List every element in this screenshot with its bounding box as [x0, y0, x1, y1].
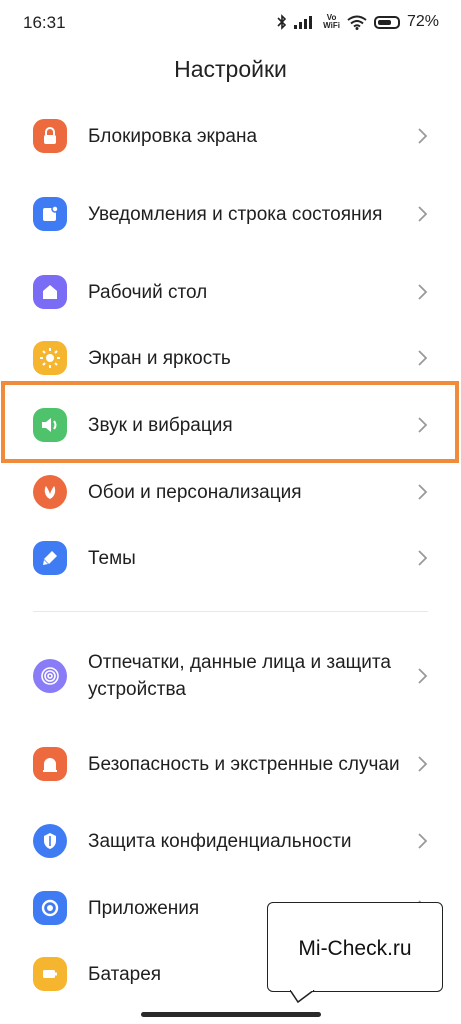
- vowifi-icon: Vo WiFi: [323, 14, 340, 30]
- battery-icon: [373, 15, 400, 29]
- wifi-icon: [347, 15, 367, 30]
- watermark-text: Mi-Check.ru: [298, 937, 412, 960]
- settings-item-notifications[interactable]: Уведомления и строка состояния: [0, 171, 461, 257]
- chevron-right-icon: [418, 206, 428, 222]
- settings-item-label: Отпечатки, данные лица и защита устройст…: [88, 652, 391, 700]
- chevron-right-icon: [418, 284, 428, 300]
- battery-percent: 72%: [406, 13, 439, 30]
- settings-item-label: Безопасность и экстренные случаи: [88, 753, 400, 775]
- emergency-icon: [33, 747, 67, 781]
- wallpaper-icon: [33, 475, 67, 509]
- settings-item-lock-screen[interactable]: Блокировка экрана: [0, 103, 461, 169]
- chevron-right-icon: [418, 350, 428, 366]
- watermark-tail-icon: [290, 990, 315, 1004]
- apps-icon: [33, 891, 67, 925]
- settings-item-fingerprints[interactable]: Отпечатки, данные лица и защита устройст…: [0, 633, 461, 719]
- themes-icon: [33, 541, 67, 575]
- home-indicator[interactable]: [141, 1012, 321, 1017]
- settings-item-label: Экран и яркость: [88, 347, 231, 369]
- battery-app-icon: [33, 957, 67, 991]
- status-bar: 16:31 Vo WiFi 72%: [0, 0, 461, 46]
- settings-item-desktop[interactable]: Рабочий стол: [0, 259, 461, 325]
- settings-item-label: Рабочий стол: [88, 281, 208, 303]
- settings-item-wallpaper[interactable]: Обои и персонализация: [0, 459, 461, 525]
- highlight-frame: [1, 381, 459, 463]
- fingerprint-icon: [33, 659, 67, 693]
- settings-item-label: Обои и персонализация: [88, 481, 302, 503]
- settings-item-emergency[interactable]: Безопасность и экстренные случаи: [0, 721, 461, 807]
- settings-item-label: Уведомления и строка состояния: [88, 203, 383, 225]
- chevron-right-icon: [418, 128, 428, 144]
- privacy-icon: [33, 824, 67, 858]
- brightness-icon: [33, 341, 67, 375]
- chevron-right-icon: [418, 833, 428, 849]
- page-title: Настройки: [174, 56, 287, 82]
- settings-item-label: Защита конфиденциальности: [88, 830, 352, 852]
- status-icons: Vo WiFi 72%: [277, 11, 439, 33]
- settings-item-label: Темы: [88, 547, 136, 569]
- watermark-bubble: Mi-Check.ru: [267, 902, 443, 992]
- signal-icon: [294, 15, 316, 29]
- settings-item-privacy[interactable]: Защита конфиденциальности: [0, 808, 461, 874]
- chevron-right-icon: [418, 668, 428, 684]
- vowifi-bottom-text: WiFi: [323, 21, 340, 30]
- section-divider: [33, 611, 428, 612]
- lock-icon: [33, 119, 67, 153]
- home-icon: [33, 275, 67, 309]
- settings-item-label: Блокировка экрана: [88, 125, 258, 147]
- bluetooth-icon: [277, 14, 287, 30]
- chevron-right-icon: [418, 756, 428, 772]
- notifications-icon: [33, 197, 67, 231]
- chevron-right-icon: [418, 484, 428, 500]
- chevron-right-icon: [418, 550, 428, 566]
- settings-item-themes[interactable]: Темы: [0, 525, 461, 591]
- status-time: 16:31: [23, 13, 66, 32]
